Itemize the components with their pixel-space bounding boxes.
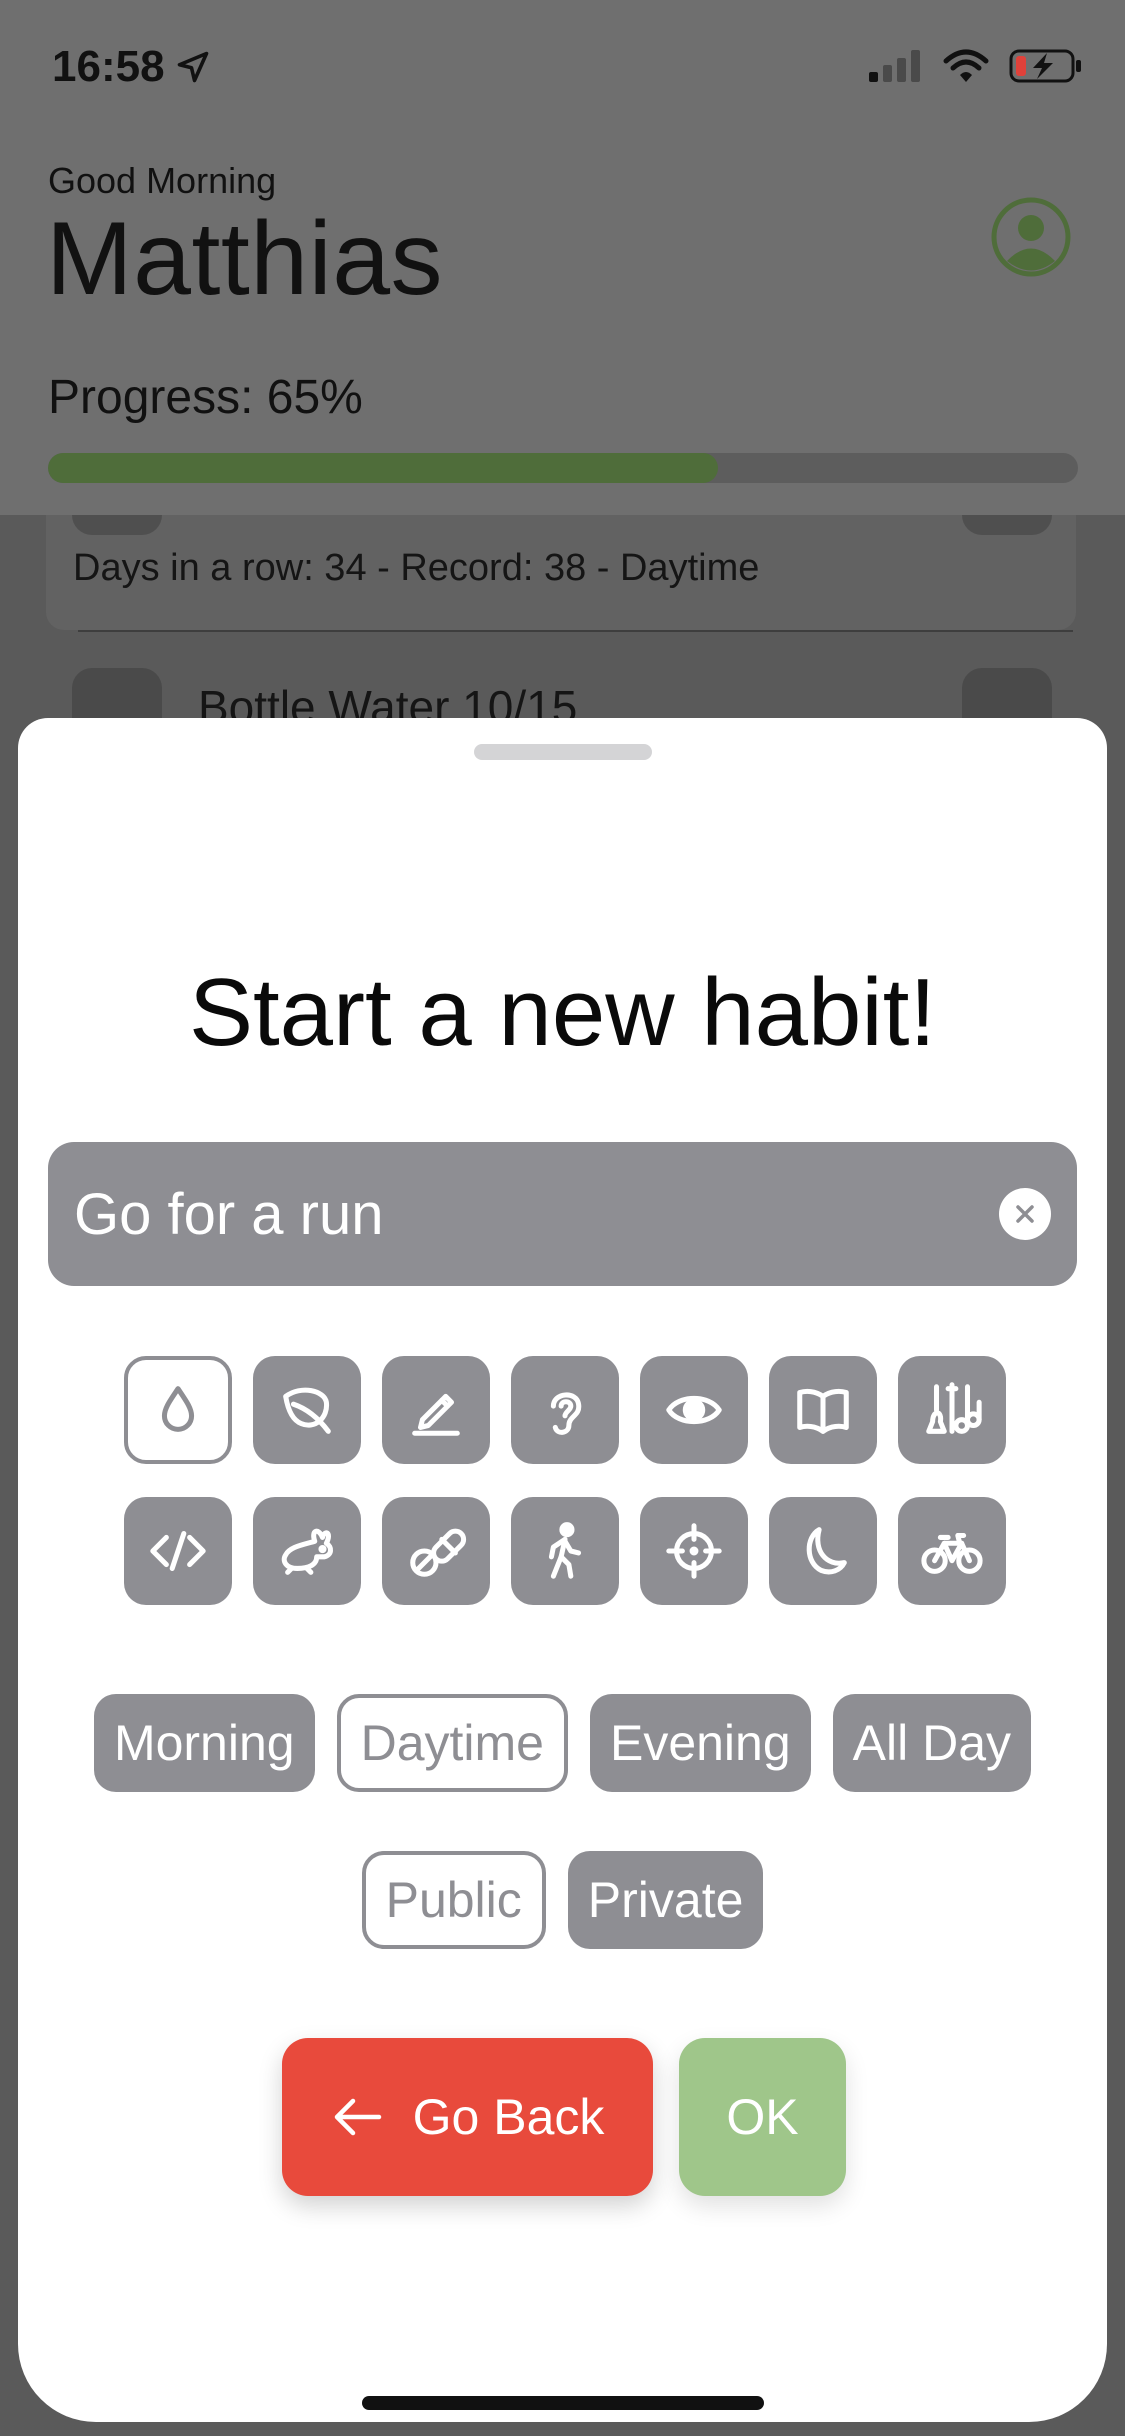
icon-option-pencil[interactable] xyxy=(382,1356,490,1464)
habit-name-field[interactable] xyxy=(48,1142,1077,1286)
icon-option-eye[interactable] xyxy=(640,1356,748,1464)
icon-option-bicycle[interactable] xyxy=(898,1497,1006,1605)
sheet-grabber[interactable] xyxy=(474,744,652,760)
time-option-daytime[interactable]: Daytime xyxy=(336,1694,568,1792)
time-option-morning[interactable]: Morning xyxy=(93,1694,315,1792)
water-drop-icon xyxy=(161,1386,195,1432)
sheet-title: Start a new habit! xyxy=(188,959,937,1066)
app-header: 16:58 Good Morning Matthias Progress: 65… xyxy=(0,0,1125,515)
cellular-signal-icon xyxy=(869,50,920,82)
icon-option-moon[interactable] xyxy=(769,1497,877,1605)
icon-option-instruments[interactable] xyxy=(898,1356,1006,1464)
habit-stats-text: Days in a row: 34 - Record: 38 - Daytime xyxy=(73,547,760,589)
clock-text: 16:58 xyxy=(52,42,165,91)
battery-charging-icon xyxy=(1009,49,1081,83)
icon-option-ear[interactable] xyxy=(511,1356,619,1464)
icon-option-water-drop[interactable] xyxy=(124,1356,232,1464)
icon-option-code[interactable] xyxy=(124,1497,232,1605)
sheet-actions: Go Back OK xyxy=(282,2038,846,2196)
progress-label: Progress: 65% xyxy=(48,371,363,424)
wifi-icon xyxy=(943,49,989,82)
visibility-selector: Public Private xyxy=(18,1851,1107,1949)
instruments-icon xyxy=(926,1382,982,1434)
book-icon xyxy=(797,1388,849,1434)
status-bar-icons xyxy=(869,48,1083,84)
icon-option-leaf[interactable] xyxy=(253,1356,361,1464)
icon-option-pills[interactable] xyxy=(382,1497,490,1605)
go-back-label: Go Back xyxy=(412,2089,605,2145)
icon-option-target[interactable] xyxy=(640,1497,748,1605)
user-name: Matthias xyxy=(46,201,444,317)
status-bar-time: 16:58 xyxy=(52,42,211,92)
new-habit-sheet: Start a new habit! Go for a run Morning … xyxy=(18,718,1107,2422)
close-icon xyxy=(1016,1205,1034,1223)
time-option-evening[interactable]: Evening xyxy=(589,1694,811,1792)
eye-icon xyxy=(666,1395,722,1425)
home-indicator xyxy=(362,2396,764,2410)
ok-label: OK xyxy=(726,2089,799,2145)
visibility-option-public[interactable]: Public xyxy=(361,1851,546,1949)
icon-option-walking[interactable] xyxy=(511,1497,619,1605)
habit-name-input[interactable] xyxy=(74,1180,999,1248)
arrow-left-icon xyxy=(334,2098,381,2136)
greeting-text: Good Morning xyxy=(48,160,277,201)
visibility-option-private[interactable]: Private xyxy=(567,1851,764,1949)
habit-icon-picker xyxy=(124,1356,1006,1605)
rabbit-icon xyxy=(281,1528,334,1575)
list-divider xyxy=(78,630,1073,632)
progress-bar xyxy=(48,453,1078,483)
go-back-button[interactable]: Go Back xyxy=(282,2038,653,2196)
bicycle-icon xyxy=(921,1532,983,1574)
pills-icon xyxy=(410,1528,467,1577)
target-icon xyxy=(666,1523,722,1579)
ok-button[interactable]: OK xyxy=(679,2038,846,2196)
time-option-all-day[interactable]: All Day xyxy=(832,1694,1032,1792)
icon-option-book[interactable] xyxy=(769,1356,877,1464)
code-icon xyxy=(150,1531,206,1571)
walking-icon xyxy=(548,1522,582,1579)
ear-icon xyxy=(550,1392,582,1435)
icon-option-rabbit[interactable] xyxy=(253,1497,361,1605)
profile-icon[interactable] xyxy=(990,196,1072,278)
moon-icon xyxy=(806,1527,847,1575)
pencil-icon xyxy=(412,1393,460,1436)
leaf-icon xyxy=(283,1387,331,1434)
location-arrow-icon xyxy=(177,51,208,83)
progress-bar-fill xyxy=(48,453,718,483)
time-of-day-selector: Morning Daytime Evening All Day xyxy=(18,1694,1107,1792)
clear-text-button[interactable] xyxy=(999,1188,1051,1240)
